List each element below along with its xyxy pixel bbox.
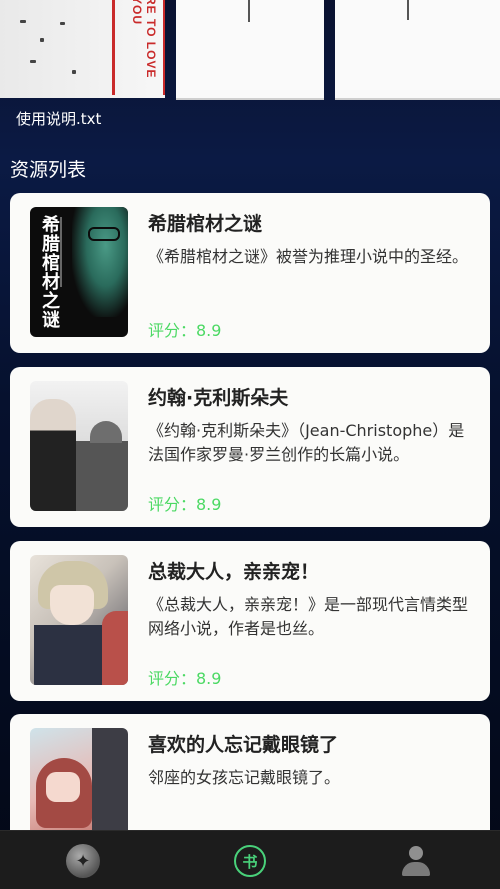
book-spine-text: RE TO LOVE YOU (130, 0, 158, 79)
decoration (72, 70, 76, 74)
resource-card[interactable]: 约翰·克利斯朵夫 《约翰·克利斯朵夫》（Jean-Christophe）是法国作… (10, 367, 490, 527)
resource-list-title: 资源列表 (10, 159, 87, 181)
decoration (40, 38, 44, 42)
shelf-book-1[interactable]: RE TO LOVE YOU (0, 0, 165, 98)
cover-title: 希腊棺材之谜 (39, 215, 60, 329)
resource-description: 《希腊棺材之谜》被誉为推理小说中的圣经。 (148, 247, 468, 266)
decoration (407, 0, 409, 20)
user-icon (399, 844, 433, 878)
resource-score: 评分：8.9 (148, 321, 222, 340)
resource-description: 《约翰·克利斯朵夫》（Jean-Christophe）是法国作家罗曼·罗兰创作的… (148, 421, 465, 464)
resource-card[interactable]: 总裁大人，亲亲宠！ 《总裁大人，亲亲宠！》是一部现代言情类型网络小说，作者是也丝… (10, 541, 490, 701)
shelf-book-2[interactable] (176, 0, 324, 100)
resource-title: 希腊棺材之谜 (148, 213, 263, 235)
cover-art (88, 227, 120, 241)
resource-title: 喜欢的人忘记戴眼镜了 (148, 734, 339, 756)
cover-art (72, 207, 128, 317)
resource-description: 邻座的女孩忘记戴眼镜了。 (148, 768, 341, 787)
decoration (248, 0, 250, 22)
book-cover (30, 555, 128, 685)
book-cover (30, 381, 128, 511)
cover-art (46, 772, 80, 802)
tab-books[interactable]: 书 (220, 839, 280, 883)
book-cover: 希腊棺材之谜 (30, 207, 128, 337)
cover-art (30, 399, 76, 511)
decoration (30, 60, 36, 63)
resource-score: 评分：8.9 (148, 495, 222, 514)
cover-art (50, 585, 94, 625)
tab-profile[interactable] (386, 839, 446, 883)
cover-art (102, 611, 128, 685)
book-icon: 书 (234, 845, 266, 877)
shelf-file-name[interactable]: 使用说明.txt (16, 108, 101, 129)
resource-title: 约翰·克利斯朵夫 (148, 387, 289, 409)
resource-card[interactable]: 希腊棺材之谜 希腊棺材之谜 《希腊棺材之谜》被誉为推理小说中的圣经。 评分：8.… (10, 193, 490, 353)
resource-title: 总裁大人，亲亲宠！ (148, 561, 320, 583)
cover-art (74, 441, 128, 511)
resource-score: 评分：8.9 (148, 669, 222, 688)
discover-icon: ✦ (66, 844, 100, 878)
cover-art (90, 421, 122, 443)
tab-discover[interactable]: ✦ (53, 839, 113, 883)
decoration (20, 20, 26, 23)
decoration (60, 22, 65, 25)
shelf-book-3[interactable] (335, 0, 500, 100)
book-tab-label: 书 (242, 852, 258, 871)
bookshelf: RE TO LOVE YOU (0, 0, 500, 100)
resource-description: 《总裁大人，亲亲宠！》是一部现代言情类型网络小说，作者是也丝。 (148, 595, 468, 638)
bottom-tab-bar: ✦ 书 (0, 830, 500, 889)
